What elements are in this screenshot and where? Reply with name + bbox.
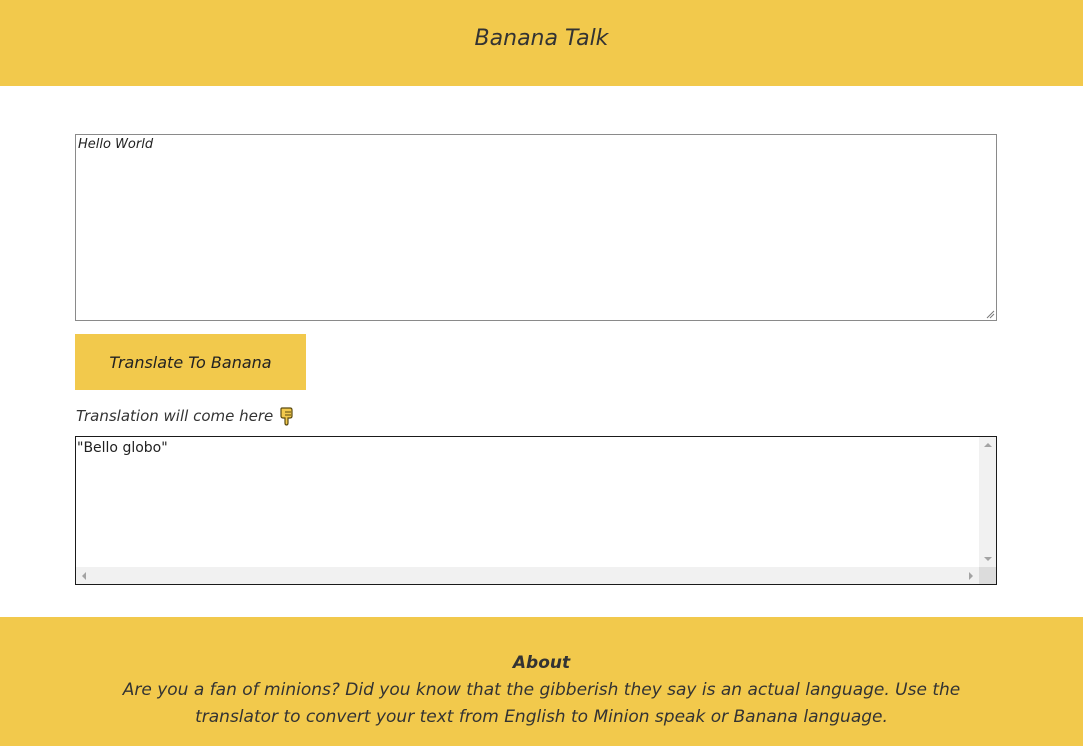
output-label: Translation will come here: [76, 406, 295, 426]
text-input-value[interactable]: Hello World: [78, 137, 994, 153]
app-header: Banana Talk: [0, 0, 1083, 86]
vertical-scrollbar[interactable]: [979, 437, 996, 567]
output-label-text: Translation will come here: [76, 407, 274, 425]
scroll-down-icon[interactable]: [984, 557, 992, 561]
horizontal-scrollbar[interactable]: [76, 567, 979, 584]
scrollbar-corner: [979, 567, 996, 584]
scroll-left-icon[interactable]: [82, 572, 86, 580]
about-text: Are you a fan of minions? Did you know t…: [122, 680, 961, 727]
translation-output-value: "Bello globo": [77, 440, 168, 456]
text-input[interactable]: Hello World: [75, 134, 997, 321]
translation-output[interactable]: "Bello globo": [75, 436, 997, 585]
about-footer: About Are you a fan of minions? Did you …: [0, 617, 1083, 746]
resize-grip-icon[interactable]: [985, 309, 995, 319]
app-title: Banana Talk: [474, 25, 609, 51]
about-heading: About: [512, 653, 571, 673]
scroll-right-icon[interactable]: [969, 572, 973, 580]
scroll-up-icon[interactable]: [984, 443, 992, 447]
translate-button[interactable]: Translate To Banana: [75, 334, 306, 390]
hand-pointing-down-icon: [280, 407, 293, 426]
